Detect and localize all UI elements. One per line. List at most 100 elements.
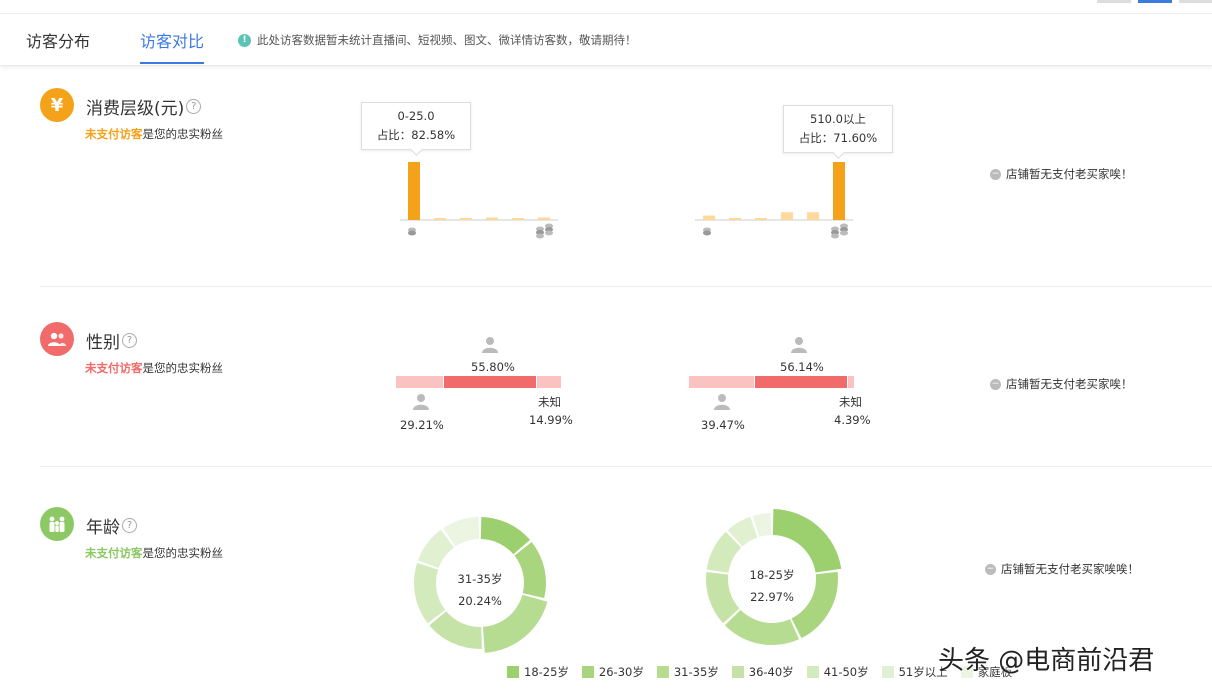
help-icon[interactable]: ? <box>186 99 202 114</box>
male-percent-left: 29.21% <box>400 418 444 432</box>
info-icon: ! <box>238 33 251 47</box>
unknown-segment <box>847 376 855 388</box>
gender-empty-message: − 店铺暂无支付老买家唉！ <box>990 376 1133 392</box>
legend-item[interactable]: 31-35岁 <box>656 664 719 680</box>
help-icon[interactable]: ? <box>122 518 137 533</box>
bar-1 <box>703 215 715 220</box>
subtitle-rest: 是您的忠实粉丝 <box>142 361 224 375</box>
bar-3 <box>460 218 472 220</box>
bar-5 <box>512 218 524 220</box>
watermark: 头条 @电商前沿君 <box>938 646 1155 676</box>
donut-center-left: 31-35岁 20.24% <box>440 568 520 612</box>
donut-center-right: 18-25岁 22.97% <box>732 564 812 608</box>
donut-center-label: 31-35岁 <box>457 572 503 586</box>
subtitle-highlight: 未支付访客 <box>85 546 143 560</box>
legend-item[interactable]: 41-50岁 <box>806 664 869 680</box>
spending-tooltip-right: 510.0以上 占比：71.60% <box>783 105 893 153</box>
legend-swatch <box>581 666 594 678</box>
top-divider <box>0 13 1212 14</box>
legend-label: 31-35岁 <box>673 665 719 679</box>
age-title-text: 年龄 <box>86 518 120 538</box>
bar-4 <box>781 212 793 220</box>
spending-chart-right <box>695 162 853 239</box>
family-icon <box>40 507 74 541</box>
empty-msg-text: 店铺暂无支付老买家唉！ <box>1006 377 1133 391</box>
legend-swatch <box>731 666 744 678</box>
subtitle-rest: 是您的忠实粉丝 <box>142 546 224 560</box>
legend-swatch <box>806 666 819 678</box>
legend-item[interactable]: 18-25岁 <box>507 664 569 680</box>
spending-title-text: 消费层级(元) <box>86 99 185 119</box>
female-person-icon <box>482 337 498 353</box>
female-segment <box>754 376 848 388</box>
notice-bar: ! 此处访客数据暂未统计直播间、短视频、图文、微详情访客数，敬请期待！ <box>238 32 637 48</box>
spending-section: ¥ 消费层级(元) ? 未支付访客是您的忠实粉丝 <box>40 88 1212 278</box>
help-icon[interactable]: ? <box>122 333 137 348</box>
bar-2 <box>434 218 446 220</box>
legend-swatch <box>881 666 894 678</box>
bar-6 <box>833 162 845 220</box>
age-section: 年龄 ? 未支付访客是您的忠实粉丝 <box>40 507 1212 567</box>
legend-label: 18-25岁 <box>524 665 569 679</box>
gender-subtitle: 未支付访客是您的忠实粉丝 <box>85 360 223 376</box>
spending-subtitle: 未支付访客是您的忠实粉丝 <box>85 126 223 142</box>
donut-center-value: 22.97% <box>750 590 794 604</box>
male-segment <box>689 376 755 388</box>
legend-swatch <box>507 666 519 678</box>
subtitle-highlight: 未支付访客 <box>85 127 143 141</box>
legend-item[interactable]: 36-40岁 <box>731 664 794 680</box>
legend-label: 41-50岁 <box>823 665 869 679</box>
unknown-label-left: 未知 <box>538 395 561 409</box>
empty-msg-text: 店铺暂无支付老买家唉！ <box>1006 167 1133 181</box>
unknown-segment <box>537 376 562 388</box>
age-subtitle: 未支付访客是您的忠实粉丝 <box>85 545 223 561</box>
female-person-icon <box>791 337 807 353</box>
bar-4 <box>486 217 498 220</box>
female-percent-right: 56.14% <box>780 360 824 374</box>
donut-center-value: 20.24% <box>458 594 502 608</box>
legend-item[interactable]: 26-30岁 <box>581 664 644 680</box>
tooltip-range: 0-25.0 <box>397 109 435 123</box>
unknown-percent-right: 4.39% <box>834 413 871 427</box>
bar-2 <box>729 218 741 220</box>
male-person-icon <box>714 394 730 410</box>
top-bar: 访客分布 访客对比 ! 此处访客数据暂未统计直播间、短视频、图文、微详情访客数，… <box>0 0 1212 66</box>
subtitle-rest: 是您的忠实粉丝 <box>142 127 224 141</box>
tooltip-range: 510.0以上 <box>810 112 866 126</box>
unknown-label-right: 未知 <box>839 395 862 409</box>
bar-3 <box>755 218 767 220</box>
coin-small-icon <box>408 227 416 236</box>
coin-stack-icon <box>536 223 553 239</box>
users-icon <box>40 322 74 356</box>
gender-bar-left <box>396 376 562 388</box>
minus-circle-icon: − <box>990 378 1001 390</box>
tab-visitor-compare[interactable]: 访客对比 <box>140 28 205 64</box>
age-title: 年龄 ? <box>86 513 137 538</box>
donut-center-label: 18-25岁 <box>749 568 795 582</box>
donut-slice-36-40岁 <box>429 611 482 649</box>
male-segment <box>396 376 445 388</box>
spending-title: 消费层级(元) ? <box>86 94 202 119</box>
donut-slice-18-25岁 <box>772 509 842 573</box>
female-percent-left: 55.80% <box>471 360 515 374</box>
tab-visitor-distribution[interactable]: 访客分布 <box>26 28 90 64</box>
gender-bar-right <box>689 376 855 388</box>
section-divider <box>40 466 1212 467</box>
notice-text: 此处访客数据暂未统计直播间、短视频、图文、微详情访客数，敬请期待！ <box>257 33 637 47</box>
bar-1 <box>408 162 420 220</box>
male-person-icon <box>413 394 429 410</box>
tooltip-share: 占比：71.60% <box>798 131 878 145</box>
legend-label: 26-30岁 <box>598 665 644 679</box>
yen-icon: ¥ <box>40 88 74 122</box>
unknown-percent-left: 14.99% <box>529 413 573 427</box>
empty-msg-text: 店铺暂无支付老买家唉唉！ <box>1001 562 1139 576</box>
spending-empty-message: − 店铺暂无支付老买家唉！ <box>990 166 1133 182</box>
top-button-3[interactable] <box>1179 0 1212 3</box>
gender-title-text: 性别 <box>86 333 120 353</box>
top-button-2[interactable] <box>1138 0 1172 3</box>
spending-tooltip-left: 0-25.0 占比：82.58% <box>361 102 471 150</box>
gender-title: 性别 ? <box>86 328 137 353</box>
coin-stack-icon <box>831 223 848 239</box>
top-button-1[interactable] <box>1097 0 1131 3</box>
coin-small-icon <box>703 227 711 236</box>
